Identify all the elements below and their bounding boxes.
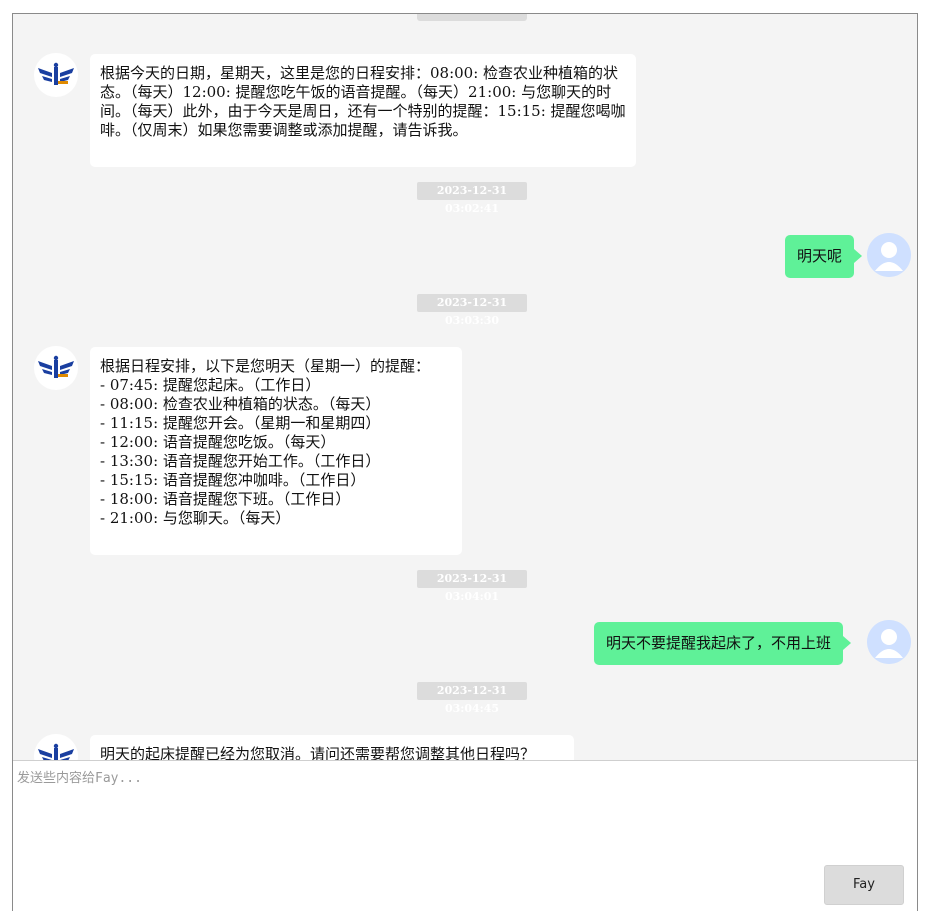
timestamp: 2023-12-31 03:04:01 — [417, 570, 527, 603]
message-list[interactable]: 根据今天的日期，星期天，这里是您的日程安排：08:00: 检查农业种植箱的状态。… — [13, 14, 917, 760]
previous-timestamp-stub — [417, 14, 527, 21]
chat-window: 根据今天的日期，星期天，这里是您的日程安排：08:00: 检查农业种植箱的状态。… — [12, 13, 918, 911]
user-message: 明天呢 — [785, 235, 863, 278]
user-message: 明天不要提醒我起床了，不用上班 — [594, 622, 852, 665]
fay-logo-icon — [34, 53, 78, 97]
message-input[interactable] — [15, 765, 899, 859]
send-button[interactable]: Fay — [824, 865, 904, 905]
assistant-message: 根据日程安排，以下是您明天（星期一）的提醒： - 07:45: 提醒您起床。（工… — [90, 347, 462, 555]
user-avatar-icon — [867, 233, 911, 277]
timestamp: 2023-12-31 03:03:30 — [417, 294, 527, 327]
composer: Fay — [13, 760, 917, 911]
user-avatar-icon — [867, 620, 911, 664]
assistant-message: 根据今天的日期，星期天，这里是您的日程安排：08:00: 检查农业种植箱的状态。… — [90, 54, 636, 167]
assistant-message: 明天的起床提醒已经为您取消。请问还需要帮您调整其他日程吗？ — [90, 735, 574, 760]
fay-logo-icon — [34, 734, 78, 760]
timestamp: 2023-12-31 03:02:41 — [417, 182, 527, 215]
fay-logo-icon — [34, 346, 78, 390]
timestamp: 2023-12-31 03:04:45 — [417, 682, 527, 715]
